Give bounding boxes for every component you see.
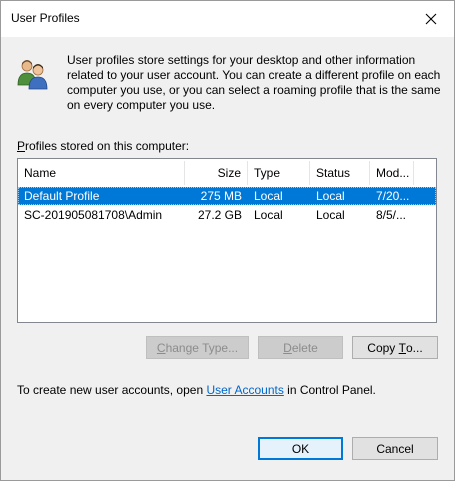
ok-button[interactable]: OK [258,437,343,460]
copy-to-button[interactable]: Copy To... [352,336,438,359]
table-row[interactable]: SC-201905081708\Admin 27.2 GB Local Loca… [18,206,436,224]
profiles-label-accel: P [17,139,26,153]
column-header-modified[interactable]: Mod... [370,161,414,185]
close-button[interactable] [408,1,454,37]
profiles-label: Profiles stored on this computer: [17,139,189,153]
user-profiles-dialog: User Profiles User profiles store settin… [0,0,455,481]
table-row[interactable]: Default Profile 275 MB Local Local 7/20.… [18,187,436,205]
list-header: Name Size Type Status Mod... [18,161,436,185]
cancel-button[interactable]: Cancel [352,437,438,460]
intro-text: User profiles store settings for your de… [67,53,441,112]
close-icon [425,13,437,25]
column-header-status[interactable]: Status [310,161,370,185]
delete-button[interactable]: Delete [258,336,343,359]
window-title: User Profiles [11,11,80,25]
row-name: Default Profile [24,189,100,203]
users-icon [17,60,48,90]
delete-label: elete [291,340,318,355]
user-accounts-link[interactable]: User Accounts [206,383,283,397]
row-status: Local [316,208,345,222]
column-header-name[interactable]: Name [18,161,185,185]
column-header-size[interactable]: Size [185,161,248,185]
column-header-type[interactable]: Type [248,161,310,185]
copy-to-label-post: o... [406,340,423,355]
copy-to-label-pre: Copy [367,340,399,355]
change-type-label: hange Type... [165,340,239,355]
row-size: 275 MB [200,189,242,203]
change-type-button[interactable]: Change Type... [146,336,249,359]
row-modified: 7/20... [376,189,410,203]
copy-to-accel: T [398,340,406,355]
create-accounts-pre: To create new user accounts, open [17,383,207,397]
row-size: 27.2 GB [197,208,242,222]
create-accounts-post: in Control Panel. [283,383,376,397]
delete-accel: D [283,340,292,355]
change-type-accel: C [156,340,166,355]
row-type: Local [254,208,283,222]
profiles-label-text: rofiles stored on this computer: [25,139,190,153]
row-modified: 8/5/... [376,208,407,222]
create-accounts-text: To create new user accounts, open User A… [17,383,376,397]
row-status: Local [316,189,345,203]
row-type: Local [254,189,283,203]
title-bar: User Profiles [1,1,454,37]
profiles-list[interactable]: Name Size Type Status Mod... Default Pro… [17,158,437,323]
row-name: SC-201905081708\Admin [24,208,163,222]
